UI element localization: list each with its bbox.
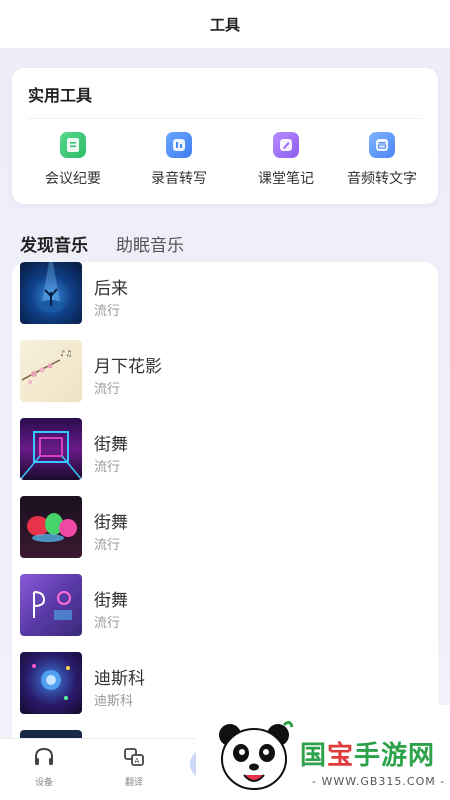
page-title: 工具 xyxy=(209,15,240,34)
song-category: 流行 xyxy=(94,304,121,319)
song-category: 流行 xyxy=(94,382,121,397)
watermark-brand: 国宝手游网 xyxy=(300,741,436,771)
tool-label: 音频转文字 xyxy=(347,171,417,187)
tool-meeting-notes[interactable]: 会议纪要 xyxy=(23,132,123,192)
nav-label: 设备 xyxy=(34,778,53,788)
graffiti-thumbnail xyxy=(20,496,82,558)
music-tabs: 发现音乐 助眠音乐 xyxy=(20,222,212,258)
app-header: 工具 xyxy=(0,0,450,48)
audio-to-text-icon xyxy=(369,132,395,158)
meeting-notes-icon xyxy=(60,132,86,158)
song-title: 迪斯科 xyxy=(94,669,145,689)
disco-thumbnail xyxy=(20,652,82,714)
song-category: 流行 xyxy=(94,460,121,475)
tool-label: 课堂笔记 xyxy=(258,171,314,187)
music-list: 后来 流行 ♪♫ 月下花影 流行 街舞 流行 街舞 流行 街舞 流行 迪斯科 迪… xyxy=(12,262,438,742)
list-item[interactable]: 后来 流行 xyxy=(20,262,430,326)
panda-logo-icon xyxy=(214,717,294,795)
svg-text:A: A xyxy=(135,757,140,765)
tool-audio-to-text[interactable]: 音频转文字 xyxy=(327,132,437,192)
song-title: 月下花影 xyxy=(94,357,162,377)
song-category: 流行 xyxy=(94,538,121,553)
nav-label: 翻译 xyxy=(124,778,143,788)
tools-card-title: 实用工具 xyxy=(28,86,93,105)
tool-label: 录音转写 xyxy=(151,171,207,187)
list-item[interactable]: 街舞 流行 xyxy=(20,496,430,560)
tool-class-notes[interactable]: 课堂笔记 xyxy=(236,132,336,192)
song-category: 迪斯科 xyxy=(94,694,134,709)
nav-device[interactable]: 设备 xyxy=(14,747,74,788)
watermark: 国宝手游网 - WWW.GB315.COM - xyxy=(196,705,450,800)
list-item[interactable]: 街舞 流行 xyxy=(20,418,430,482)
class-notes-icon xyxy=(273,132,299,158)
blossom-thumbnail: ♪♫ xyxy=(20,340,82,402)
svg-text:♪♫: ♪♫ xyxy=(60,349,72,358)
song-title: 街舞 xyxy=(94,513,128,533)
song-title: 街舞 xyxy=(94,591,128,611)
song-title: 后来 xyxy=(94,279,128,299)
list-item[interactable]: 街舞 流行 xyxy=(20,574,430,638)
headphones-icon xyxy=(14,747,74,771)
tool-recording-transcribe[interactable]: 录音转写 xyxy=(129,132,229,192)
divider xyxy=(28,118,422,119)
neon-room-thumbnail xyxy=(20,574,82,636)
tab-discover-music[interactable]: 发现音乐 xyxy=(20,231,88,258)
list-item[interactable]: ♪♫ 月下花影 流行 xyxy=(20,340,430,404)
translate-icon: A xyxy=(104,747,164,771)
recording-transcribe-icon xyxy=(166,132,192,158)
night-tree-thumbnail xyxy=(20,262,82,324)
neon-tunnel-thumbnail xyxy=(20,418,82,480)
tab-sleep-music[interactable]: 助眠音乐 xyxy=(116,231,184,256)
tool-label: 会议纪要 xyxy=(45,171,101,187)
nav-translate[interactable]: A 翻译 xyxy=(104,747,164,788)
watermark-url: - WWW.GB315.COM - xyxy=(312,775,446,788)
song-title: 街舞 xyxy=(94,435,128,455)
song-category: 流行 xyxy=(94,616,121,631)
tools-card: 实用工具 会议纪要 录音转写 课堂笔记 音频转文字 xyxy=(12,68,438,204)
